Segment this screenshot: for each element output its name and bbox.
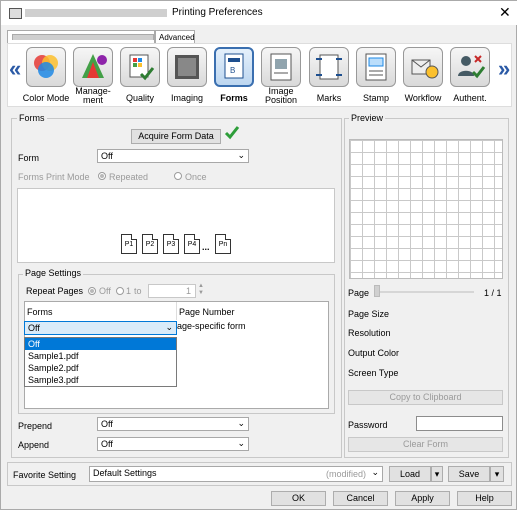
col-header-page-number: Page Number <box>179 307 235 317</box>
tab-advanced[interactable]: Advanced <box>155 30 195 43</box>
repeat-pages-to-label: to <box>134 286 142 296</box>
apply-button[interactable]: Apply <box>395 491 450 506</box>
page-label: Page <box>348 288 370 298</box>
chevron-down-icon: ⌄ <box>165 322 173 332</box>
form-label: Form <box>18 153 39 163</box>
prepend-select[interactable]: Off ⌄ <box>97 417 249 431</box>
append-select[interactable]: Off ⌄ <box>97 437 249 451</box>
load-button[interactable]: Load <box>389 466 431 482</box>
load-dropdown-icon[interactable]: ▾ <box>431 466 443 482</box>
chevron-down-icon: ⌄ <box>237 438 245 448</box>
page-slider-track <box>374 291 474 293</box>
page-p4-icon: P4 <box>184 234 200 254</box>
page-size-label: Page Size <box>348 309 390 319</box>
password-input[interactable] <box>416 416 503 431</box>
print-mode-once-radio[interactable] <box>174 172 182 180</box>
preview-title: Preview <box>349 113 386 123</box>
printing-preferences-window: Printing Preferences ✕ Advanced « » B Co… <box>0 0 517 510</box>
screen-type-label: Screen Type <box>348 368 399 378</box>
repeat-pages-label: Repeat Pages <box>26 286 84 296</box>
print-mode-repeated-label: Repeated <box>109 172 149 182</box>
append-label: Append <box>18 440 50 450</box>
acquire-form-data-button[interactable]: Acquire Form Data <box>131 129 221 144</box>
page-slider-handle[interactable] <box>374 285 380 297</box>
repeat-pages-to-value: 1 <box>185 286 191 296</box>
scroll-left-icon[interactable]: « <box>9 56 21 82</box>
favorite-setting-label: Favorite Setting <box>13 470 77 480</box>
row-forms-select-value: Off <box>28 323 40 333</box>
check-icon <box>224 125 240 143</box>
print-mode-repeated-radio[interactable] <box>98 172 106 180</box>
tab-basic[interactable] <box>7 30 155 43</box>
forms-print-mode-label: Forms Print Mode <box>18 172 90 182</box>
scroll-right-icon[interactable]: » <box>498 56 510 82</box>
help-button[interactable]: Help <box>457 491 512 506</box>
page-p1-icon: P1 <box>121 234 137 254</box>
imaging-icon[interactable] <box>167 47 207 87</box>
repeat-pages-to-input[interactable]: 1 <box>148 284 196 298</box>
marks-icon[interactable] <box>309 47 349 87</box>
stamp-icon[interactable] <box>356 47 396 87</box>
ok-button[interactable]: OK <box>271 491 326 506</box>
dropdown-option-sample1[interactable]: Sample1.pdf <box>25 350 176 362</box>
clear-form-button[interactable]: Clear Form <box>348 437 503 452</box>
page-p3-icon: P3 <box>163 234 179 254</box>
cancel-button[interactable]: Cancel <box>333 491 388 506</box>
chevron-down-icon: ⌄ <box>371 467 379 477</box>
forms-icon[interactable]: B <box>214 47 254 87</box>
save-dropdown-icon[interactable]: ▾ <box>490 466 504 482</box>
authentication-icon[interactable] <box>450 47 490 87</box>
favorite-setting-select[interactable]: Default Settings (modified) ⌄ <box>89 466 383 482</box>
output-color-label: Output Color <box>348 348 400 358</box>
page-p2-icon: P2 <box>142 234 158 254</box>
repeat-pages-spinner-icon[interactable]: ▲ ▼ <box>198 283 204 297</box>
quality-icon[interactable] <box>120 47 160 87</box>
dropdown-option-sample2[interactable]: Sample2.pdf <box>25 362 176 374</box>
forms-section-title: Forms <box>17 113 47 123</box>
svg-text:B: B <box>230 66 235 75</box>
window-title: Printing Preferences <box>172 7 263 18</box>
page-settings-title: Page Settings <box>23 268 84 278</box>
row-page-number-value: Page-specific form <box>171 321 246 331</box>
resolution-label: Resolution <box>348 328 391 338</box>
close-icon[interactable]: ✕ <box>499 4 511 21</box>
password-label: Password <box>348 420 388 430</box>
page-ellipsis: ... <box>202 242 210 252</box>
repeat-pages-range-radio[interactable] <box>116 287 124 295</box>
tab-label-redacted <box>12 34 154 40</box>
management-icon[interactable] <box>73 47 113 87</box>
repeat-pages-off-label: Off <box>99 286 111 296</box>
col-header-forms: Forms <box>27 307 53 317</box>
repeat-pages-off-radio[interactable] <box>88 287 96 295</box>
dropdown-option-off[interactable]: Off <box>25 338 176 350</box>
prepend-label: Prepend <box>18 421 53 431</box>
form-select[interactable]: Off ⌄ <box>97 149 249 163</box>
toolbar-label-authentication: Authent. <box>453 93 487 103</box>
page-count: 1 / 1 <box>484 288 502 298</box>
chevron-down-icon: ⌄ <box>237 418 245 428</box>
form-select-value: Off <box>101 151 113 161</box>
page-pn-icon: Pn <box>215 234 231 254</box>
printer-icon <box>9 8 22 19</box>
col-divider <box>176 302 177 320</box>
color-mode-icon[interactable] <box>26 47 66 87</box>
print-mode-once-label: Once <box>185 172 207 182</box>
preview-canvas <box>349 139 503 279</box>
workflow-icon[interactable] <box>403 47 443 87</box>
append-select-value: Off <box>101 439 113 449</box>
forms-dropdown-list: Off Sample1.pdf Sample2.pdf Sample3.pdf <box>24 337 177 387</box>
printer-name-redacted <box>25 9 167 17</box>
repeat-pages-from: 1 <box>126 286 132 296</box>
image-position-icon[interactable] <box>261 47 301 87</box>
row-forms-select[interactable]: Off ⌄ <box>24 321 177 335</box>
prepend-select-value: Off <box>101 419 113 429</box>
save-button[interactable]: Save <box>448 466 490 482</box>
dropdown-option-sample3[interactable]: Sample3.pdf <box>25 374 176 386</box>
favorite-setting-value: Default Settings <box>93 468 157 478</box>
chevron-down-icon: ⌄ <box>237 150 245 160</box>
favorite-modified: (modified) <box>325 469 366 479</box>
copy-to-clipboard-button[interactable]: Copy to Clipboard <box>348 390 503 405</box>
